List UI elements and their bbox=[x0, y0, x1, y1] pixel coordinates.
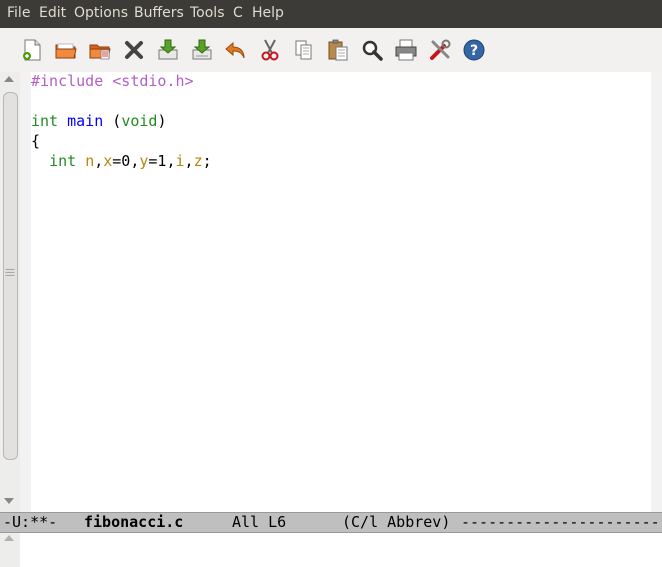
cut-button[interactable] bbox=[257, 37, 283, 63]
buffer-name[interactable]: fibonacci.c bbox=[84, 513, 183, 531]
open-paren: ( bbox=[112, 112, 122, 130]
new-file-icon bbox=[23, 39, 41, 61]
close-icon bbox=[125, 41, 143, 59]
preprocessor-directive: #include bbox=[31, 72, 104, 90]
menu-buffers[interactable]: Buffers bbox=[134, 5, 184, 21]
copy-button[interactable] bbox=[291, 37, 317, 63]
minibuffer-scroll-arrow[interactable] bbox=[4, 535, 14, 541]
preferences-button[interactable] bbox=[427, 37, 453, 63]
menu-bar: File Edit Options Buffers Tools C Help bbox=[0, 0, 662, 28]
open-file-button[interactable] bbox=[53, 37, 79, 63]
open-brace: { bbox=[31, 132, 41, 150]
right-fringe bbox=[651, 72, 662, 512]
copy-icon bbox=[295, 40, 312, 60]
code-line-3: int main (void) bbox=[31, 112, 166, 132]
comma: , bbox=[94, 152, 104, 170]
type-keyword: int bbox=[31, 112, 59, 130]
code-line-5: int n,x=0,y=1,i,z; bbox=[31, 152, 212, 172]
variable-n: n bbox=[85, 152, 95, 170]
menu-c[interactable]: C bbox=[233, 5, 243, 21]
minibuffer[interactable] bbox=[20, 533, 662, 567]
new-file-button[interactable] bbox=[19, 37, 45, 63]
toolbar: ? bbox=[0, 28, 662, 73]
preferences-icon bbox=[430, 39, 451, 60]
scroll-up-arrow[interactable] bbox=[4, 76, 14, 82]
scroll-down-arrow[interactable] bbox=[4, 498, 14, 504]
major-mode[interactable]: (C/l Abbrev) bbox=[342, 513, 450, 531]
buffer-position: All L6 bbox=[232, 513, 287, 531]
svg-text:?: ? bbox=[470, 43, 478, 59]
variable-i: i bbox=[175, 152, 185, 170]
cut-icon bbox=[261, 39, 279, 61]
code-line-4: { bbox=[31, 132, 40, 152]
print-icon bbox=[395, 39, 417, 61]
search-icon bbox=[362, 40, 383, 61]
semicolon: ; bbox=[202, 152, 212, 170]
scrollbar-grip: — — — bbox=[5, 264, 15, 281]
save-button[interactable] bbox=[155, 37, 181, 63]
close-paren: ) bbox=[157, 112, 167, 130]
undo-icon bbox=[225, 41, 245, 59]
mode-line[interactable]: -U:**- fibonacci.c All L6 (C/l Abbrev) -… bbox=[0, 512, 662, 533]
variable-x: x bbox=[103, 152, 113, 170]
open-folder-icon bbox=[55, 43, 77, 59]
menu-help[interactable]: Help bbox=[252, 5, 284, 21]
function-name: main bbox=[67, 112, 104, 130]
save-icon bbox=[158, 39, 178, 60]
search-button[interactable] bbox=[359, 37, 385, 63]
code-line-1: #include <stdio.h> bbox=[31, 72, 194, 92]
include-header: <stdio.h> bbox=[112, 72, 194, 90]
paste-button[interactable] bbox=[325, 37, 351, 63]
menu-file[interactable]: File bbox=[7, 5, 30, 21]
modeline-fill: ------------------------ bbox=[461, 513, 662, 531]
variable-z: z bbox=[193, 152, 203, 170]
menu-edit[interactable]: Edit bbox=[39, 5, 66, 21]
save-as-icon bbox=[192, 39, 212, 60]
close-buffer-button[interactable] bbox=[121, 37, 147, 63]
left-fringe bbox=[20, 72, 31, 512]
assign-one: =1, bbox=[148, 152, 176, 170]
open-directory-button[interactable] bbox=[87, 37, 113, 63]
save-as-button[interactable] bbox=[189, 37, 215, 63]
param-keyword: void bbox=[121, 112, 158, 130]
code-editor[interactable]: #include <stdio.h> int main (void) { int… bbox=[31, 72, 651, 512]
print-button[interactable] bbox=[393, 37, 419, 63]
open-directory-icon bbox=[89, 44, 111, 60]
buffer-status: -U:**- bbox=[3, 513, 58, 531]
assign-zero: =0, bbox=[112, 152, 140, 170]
comma: , bbox=[184, 152, 194, 170]
help-button[interactable]: ? bbox=[461, 37, 487, 63]
menu-tools[interactable]: Tools bbox=[190, 5, 225, 21]
undo-button[interactable] bbox=[223, 37, 249, 63]
menu-options[interactable]: Options bbox=[74, 5, 128, 21]
type-keyword: int bbox=[49, 152, 77, 170]
help-icon: ? bbox=[463, 39, 485, 61]
paste-icon bbox=[328, 39, 348, 61]
